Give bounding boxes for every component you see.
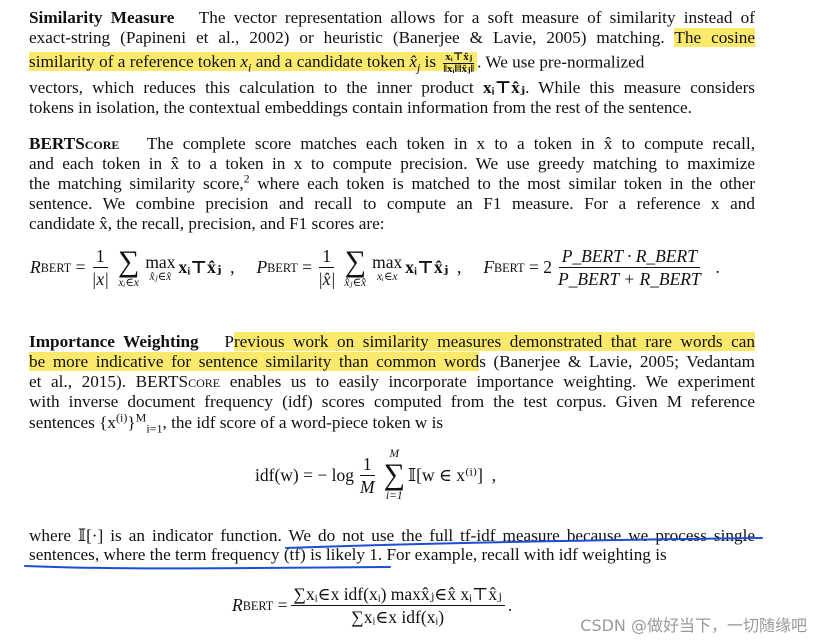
importance-line-3: et al., 2015). BERTScore enables us to e… <box>29 372 755 391</box>
cosine-fraction: xᵢ⊤x̂ⱼ ‖xᵢ‖‖x̂ⱼ‖ <box>443 51 475 75</box>
similarity-line-1: Similarity Measure The vector representa… <box>29 8 755 27</box>
footnote-marker[interactable]: 2 <box>244 171 250 185</box>
indicator-line-2: sentences, where the term frequency (tf)… <box>29 545 667 564</box>
section-heading-importance: Importance Weighting <box>29 332 199 351</box>
similarity-line-5: tokens in isolation, the contextual embe… <box>29 98 692 117</box>
pen-stroke-2 <box>24 565 391 570</box>
highlight: similarity of a reference token xi and a… <box>29 52 478 75</box>
bertscore-line-3: the matching similarity score,2 where ea… <box>29 171 756 193</box>
highlight: be more indicative for sentence similari… <box>29 352 480 371</box>
bertscore-line-1: BERTScore The complete score matches eac… <box>29 134 755 153</box>
importance-line-5: sentences {x(i)}Mi=1, the idf score of a… <box>29 410 444 436</box>
precision-eq: P BERT = 1 |x̂| ∑ x̂ⱼ∈x̂ max xᵢ∈x xᵢ⊤x̂ⱼ , <box>256 244 462 289</box>
pen-underlined-text: sentences, where the term frequency (tf)… <box>29 545 383 564</box>
section-heading-bertscore: BERTScore <box>29 134 120 153</box>
similarity-line-3: similarity of a reference token xi and a… <box>29 51 645 75</box>
recall-eq: R BERT = 1 |x| ∑ xᵢ∈x max x̂ⱼ∈x̂ xᵢ⊤x̂ⱼ , <box>30 244 235 289</box>
bertscore-line-2: and each token in x̂ to a token in x to … <box>29 154 755 173</box>
importance-line-4: with inverse document frequency (idf) sc… <box>29 392 755 411</box>
equation-recall-precision-f1: R BERT = 1 |x| ∑ xᵢ∈x max x̂ⱼ∈x̂ xᵢ⊤x̂ⱼ , PB… <box>30 246 720 289</box>
highlight: revious work on similarity measures demo… <box>233 332 756 351</box>
similarity-line-4: vectors, which reduces this calculation … <box>29 78 755 97</box>
indicator-line-1: where 𝕀[·] is an indicator function. We … <box>29 526 755 545</box>
similarity-line-2: exact-string (Papineni et al., 2002) or … <box>29 28 755 47</box>
importance-line-1: Importance Weighting Previous work on si… <box>29 332 756 351</box>
section-heading-similarity: Similarity Measure <box>29 8 175 27</box>
pen-underlined-text: We do not use the full tf-idf measure be… <box>288 526 755 545</box>
f1-eq: F BERT = 2 P_BERT · R_BERT P_BERT + R_BERT… <box>483 246 720 289</box>
bertscore-line-5: candidate x̂, the recall, precision, and… <box>29 214 385 233</box>
highlight: The cosine <box>674 28 755 47</box>
csdn-watermark: CSDN @做好当下，一切随缘吧 <box>580 616 807 635</box>
bertscore-line-4: sentence. We combine precision and recal… <box>29 194 755 213</box>
equation-recall-idf: R BERT = ∑xᵢ∈x idf(xᵢ) maxx̂ⱼ∈x̂ xᵢ⊤x̂ⱼ ∑x… <box>232 584 513 627</box>
importance-line-2: be more indicative for sentence similari… <box>29 352 755 371</box>
equation-idf: idf(w) = − log 1M M ∑ i=1 𝕀[w ∈ x⁽ⁱ⁾] , <box>255 448 497 502</box>
